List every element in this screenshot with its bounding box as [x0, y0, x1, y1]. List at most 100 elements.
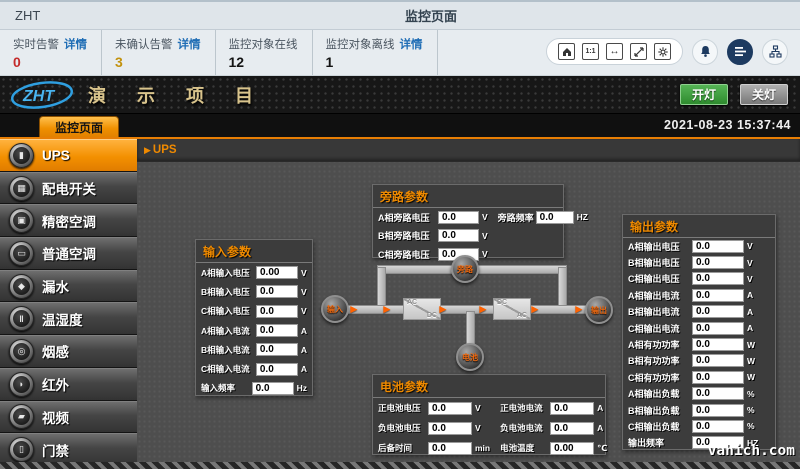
flow-arrow-icon: ► — [529, 302, 541, 316]
brand-header: ZHT 演 示 项 目 开灯 关灯 — [0, 76, 800, 114]
details-link[interactable]: 详情 — [64, 39, 87, 51]
settings-gear-icon[interactable] — [654, 43, 671, 60]
param-value-box[interactable]: 0.0 — [692, 321, 744, 335]
sidebar-item-access-control[interactable]: ▯ 门禁 — [0, 433, 137, 466]
param-value-box[interactable]: 0.0 — [251, 381, 294, 395]
node-input[interactable]: 输入 — [321, 295, 349, 323]
converter-label: AC — [407, 299, 418, 306]
param-value-box[interactable]: 0.0 — [256, 304, 298, 318]
bypass-params-panel: 旁路参数 A相旁路电压 0.0 V B相旁路电压 0.0 V C相旁路电压 0.… — [372, 184, 588, 261]
param-row: 正电池电流 0.0 A — [495, 398, 612, 418]
details-link[interactable]: 详情 — [178, 39, 201, 51]
param-value-box[interactable]: 0.0 — [692, 338, 744, 352]
param-value-box[interactable]: 0.0 — [438, 229, 479, 243]
param-label: B相有功功率 — [628, 356, 680, 367]
param-label: B相输出电流 — [628, 307, 680, 318]
breadcrumb-arrow-icon: ▶ — [144, 144, 151, 155]
param-value-box[interactable]: 0.00 — [550, 441, 595, 455]
param-label: C相输入电流 — [201, 364, 250, 375]
list-view-icon[interactable] — [727, 38, 753, 65]
param-unit: V — [747, 273, 753, 284]
ups-stage: 旁路参数 A相旁路电压 0.0 V B相旁路电压 0.0 V C相旁路电压 0.… — [137, 161, 800, 469]
flow-arrow-icon: ► — [348, 302, 360, 316]
param-value-box[interactable]: 0.0 — [550, 401, 595, 415]
node-battery[interactable]: 电池 — [456, 343, 484, 371]
param-value-box[interactable]: 0.0 — [692, 387, 744, 401]
project-title: 演 示 项 目 — [88, 85, 267, 106]
sidebar-item-smoke[interactable]: ◎ 烟感 — [0, 335, 137, 368]
sidebar-item-ordinary-ac[interactable]: ▭ 普通空调 — [0, 237, 137, 270]
param-label: B相输出电压 — [628, 258, 680, 269]
details-link[interactable]: 详情 — [400, 39, 423, 51]
param-row: C相输出电流 0.0 A — [623, 320, 775, 336]
param-row: A相输出电压 0.0 V — [623, 238, 775, 254]
param-value-box[interactable]: 0.00 — [256, 266, 298, 280]
fullscreen-icon[interactable] — [630, 43, 647, 60]
param-label: 正电池电压 — [378, 403, 421, 413]
panel-title: 电池参数 — [373, 375, 605, 398]
status-value: 3 — [115, 54, 123, 70]
param-value-box[interactable]: 0.0 — [692, 419, 744, 433]
param-row: A相输入电压 0.00 V — [196, 263, 312, 282]
param-value-box[interactable]: 0.0 — [550, 421, 595, 435]
param-value-box[interactable]: 0.0 — [428, 441, 472, 455]
topology-icon[interactable] — [762, 38, 788, 65]
param-unit: Hz — [296, 383, 307, 394]
param-value-box[interactable]: 0.0 — [692, 256, 744, 270]
sidebar-item-breaker[interactable]: ▦ 配电开关 — [0, 171, 137, 205]
param-unit: V — [747, 257, 753, 268]
status-value: 1 — [325, 54, 334, 70]
sidebar-item-water-leak[interactable]: ◆ 漏水 — [0, 269, 137, 303]
param-row: A相旁路电压 0.0 V — [373, 208, 493, 227]
param-value-box[interactable]: 0.0 — [692, 272, 744, 286]
sidebar-item-infrared[interactable]: ◗ 红外 — [0, 367, 137, 401]
param-value-box[interactable]: 0.0 — [692, 239, 744, 253]
sidebar-item-precision-ac[interactable]: ▣ 精密空调 — [0, 204, 137, 238]
breadcrumb-label: UPS — [152, 144, 177, 156]
param-value-box[interactable]: 0.0 — [692, 288, 744, 302]
param-value-box[interactable]: 0.0 — [256, 285, 298, 299]
param-value-box[interactable]: 0.0 — [535, 210, 574, 224]
param-label: A相有功功率 — [628, 340, 680, 351]
param-row: 正电池电压 0.0 V — [373, 398, 495, 418]
rectifier-box[interactable]: AC DC — [403, 298, 441, 320]
param-value-box[interactable]: 0.0 — [692, 305, 744, 319]
param-unit: W — [747, 355, 756, 366]
node-output[interactable]: 输出 — [585, 296, 613, 324]
sidebar-item-temp-humidity[interactable]: ‖ 温湿度 — [0, 302, 137, 336]
tab-monitoring-page[interactable]: 监控页面 — [39, 116, 119, 138]
sidebar-item-ups[interactable]: ▮ UPS — [0, 139, 137, 172]
param-value-box[interactable]: 0.0 — [692, 354, 744, 368]
home-icon[interactable] — [558, 43, 575, 60]
light-on-button[interactable]: 开灯 — [680, 84, 728, 105]
param-value-box[interactable]: 0.0 — [692, 370, 744, 384]
alarm-bell-icon[interactable] — [692, 38, 718, 65]
light-off-button[interactable]: 关灯 — [740, 84, 788, 105]
node-bypass[interactable]: 旁路 — [451, 255, 479, 283]
sidebar-item-label: 视频 — [42, 410, 69, 426]
tab-bar: 监控页面 2021-08-23 15:37:44 — [0, 114, 800, 138]
param-value-box[interactable]: 0.0 — [255, 324, 298, 338]
param-value-box[interactable]: 0.0 — [692, 403, 744, 417]
video-icon: ▰ — [9, 404, 34, 430]
param-unit: V — [482, 212, 488, 223]
param-unit: A — [597, 423, 604, 433]
param-value-box[interactable]: 0.0 — [428, 401, 472, 415]
param-value-box[interactable]: 0.0 — [438, 210, 479, 224]
watermark: vahich.com — [707, 443, 795, 459]
param-value-box[interactable]: 0.0 — [255, 343, 298, 357]
param-unit: HZ — [576, 212, 589, 223]
param-row: A相输入电流 0.0 A — [196, 321, 312, 340]
param-label: 正电池电流 — [500, 403, 543, 413]
flow-arrow-icon: ► — [381, 302, 393, 316]
inverter-box[interactable]: DC AC — [493, 298, 531, 320]
param-value-box[interactable]: 0.0 — [255, 362, 298, 376]
sidebar-item-video[interactable]: ▰ 视频 — [0, 400, 137, 434]
input-params-panel: 输入参数 A相输入电压 0.00 V B相输入电压 0.0 V C相输入电压 0… — [195, 239, 313, 396]
status-label: 实时告警 — [13, 39, 59, 51]
flow-arrow-icon: ► — [573, 302, 585, 316]
scale-1-1-icon[interactable]: 1:1 — [582, 43, 599, 60]
fit-width-icon[interactable]: ↔ — [606, 43, 623, 60]
param-value-box[interactable]: 0.0 — [428, 421, 472, 435]
param-row: A相输出电流 0.0 A — [623, 287, 775, 303]
